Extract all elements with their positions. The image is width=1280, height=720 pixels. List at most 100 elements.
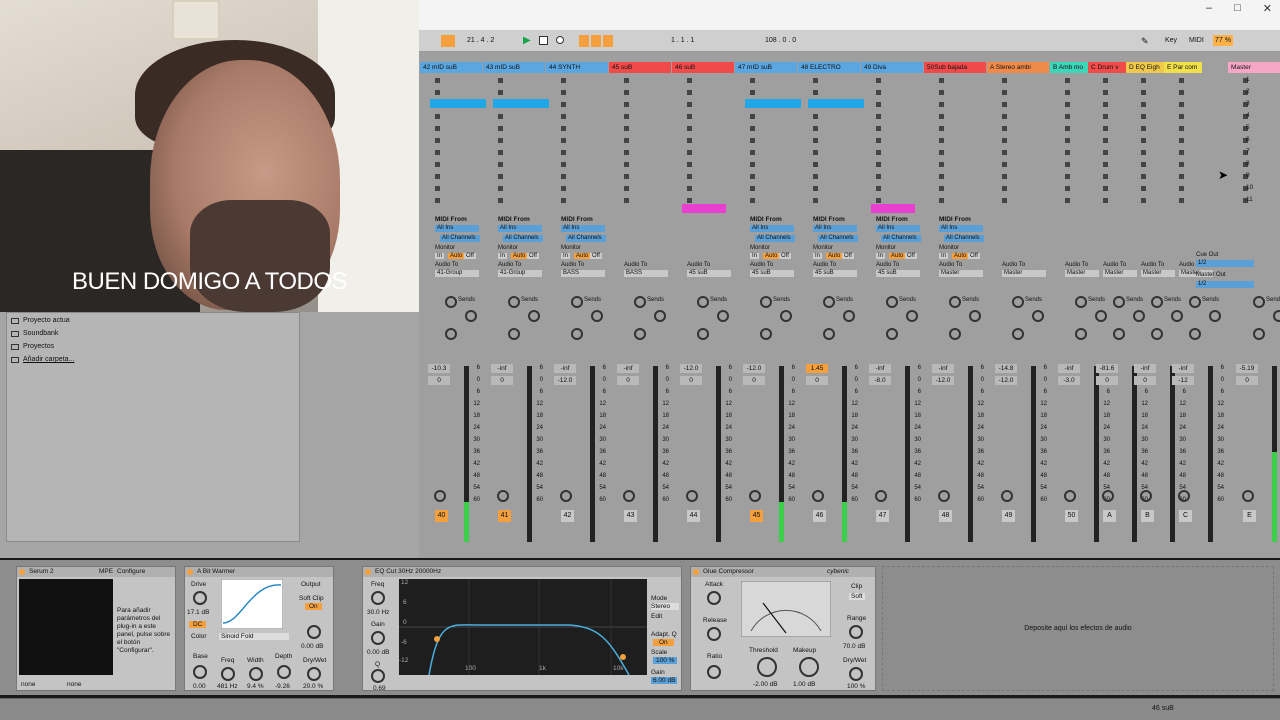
track-pan-knob[interactable] (1001, 490, 1013, 502)
clip-slot-button[interactable] (876, 198, 881, 203)
monitor-off-button[interactable]: Off (464, 253, 476, 259)
mpe-toggle[interactable]: MPE (99, 567, 113, 577)
send-c-knob[interactable] (1189, 328, 1201, 340)
track-header[interactable]: 49 Diva (861, 62, 923, 73)
audio-to-select[interactable]: 45 suB (876, 270, 920, 277)
clip-slot-button[interactable] (435, 138, 440, 143)
track-pan[interactable]: 0 (680, 376, 702, 385)
send-a-knob[interactable] (634, 296, 646, 308)
clip[interactable] (745, 99, 801, 108)
clip-slot-button[interactable] (1002, 162, 1007, 167)
track-volume[interactable]: -12.0 (743, 364, 765, 373)
clip-slot-button[interactable] (813, 126, 818, 131)
track-activator-button[interactable]: 46 (813, 510, 826, 522)
plugin-display[interactable] (19, 579, 113, 675)
clip-slot-button[interactable] (687, 186, 692, 191)
send-a-knob[interactable] (508, 296, 520, 308)
audio-to-select[interactable]: 45 suB (750, 270, 794, 277)
eq-adapt-toggle[interactable]: On (653, 639, 674, 646)
track-header[interactable]: E Par com (1164, 62, 1202, 73)
clip-slot-button[interactable] (624, 114, 629, 119)
clip-slot-button[interactable] (1002, 114, 1007, 119)
clip-slot-button[interactable] (1179, 186, 1184, 191)
clip-slot-button[interactable] (1103, 174, 1108, 179)
clip-slot-button[interactable] (1065, 186, 1070, 191)
send-c-knob[interactable] (508, 328, 520, 340)
clip-slot-button[interactable] (1103, 126, 1108, 131)
clip-slot-button[interactable] (1141, 186, 1146, 191)
scene-number[interactable]: 1 (1246, 76, 1250, 83)
track-pan-knob[interactable] (1178, 490, 1190, 502)
clip-slot-button[interactable] (939, 138, 944, 143)
track-header[interactable]: 43 mID suB (483, 62, 545, 73)
clip-slot-button[interactable] (1179, 162, 1184, 167)
track-activator-button[interactable]: 45 (750, 510, 763, 522)
track-pan-knob[interactable] (1102, 490, 1114, 502)
clip-slot-button[interactable] (813, 186, 818, 191)
clip-slot-button[interactable] (1103, 150, 1108, 155)
clip-slot-button[interactable] (1065, 198, 1070, 203)
monitor-off-button[interactable]: Off (779, 253, 791, 259)
clip[interactable] (808, 99, 864, 108)
clip-slot-button[interactable] (624, 150, 629, 155)
send-a-knob[interactable] (571, 296, 583, 308)
send-a-knob[interactable] (1151, 296, 1163, 308)
audio-to-select[interactable]: 45 suB (687, 270, 731, 277)
track-header[interactable]: 46 suB (672, 62, 734, 73)
clip-slot-button[interactable] (1002, 138, 1007, 143)
track-volume[interactable]: -inf (1134, 364, 1156, 373)
track-pan[interactable]: 0 (428, 376, 450, 385)
track-volume[interactable]: -5.19 (1236, 364, 1258, 373)
clip-slot-button[interactable] (624, 90, 629, 95)
clip-slot-button[interactable] (876, 174, 881, 179)
send-c-knob[interactable] (634, 328, 646, 340)
eq-output-gain-value[interactable]: 6.00 dB (651, 677, 678, 684)
clip-slot-button[interactable] (813, 90, 818, 95)
clip-slot-button[interactable] (498, 126, 503, 131)
clip-slot-button[interactable] (561, 186, 566, 191)
track-activator-button[interactable]: E (1243, 510, 1256, 522)
browser-item[interactable]: Soundbank (11, 330, 58, 337)
clip-slot-button[interactable] (813, 174, 818, 179)
track-pan[interactable]: -8.0 (869, 376, 891, 385)
send-b-knob[interactable] (465, 310, 477, 322)
track-volume[interactable]: -inf (869, 364, 891, 373)
track-pan-knob[interactable] (749, 490, 761, 502)
play-icon[interactable]: ▶ (523, 35, 531, 47)
reenable-automation-button[interactable] (603, 35, 613, 47)
clip-slot-button[interactable] (561, 78, 566, 83)
scene-number[interactable]: 6 (1246, 136, 1250, 143)
scene-number[interactable]: 5 (1246, 124, 1250, 131)
clip-slot-button[interactable] (750, 162, 755, 167)
clip-slot-button[interactable] (1002, 150, 1007, 155)
clip-slot-button[interactable] (435, 126, 440, 131)
browser-item[interactable]: Proyecto actua (11, 317, 70, 324)
input-channel-select[interactable]: All Channels (755, 235, 795, 242)
send-b-knob[interactable] (654, 310, 666, 322)
device-power-icon[interactable] (187, 569, 193, 575)
scene-number[interactable]: 4 (1246, 112, 1250, 119)
clip-slot-button[interactable] (561, 90, 566, 95)
clip-slot-button[interactable] (687, 90, 692, 95)
clip-slot-button[interactable] (1002, 174, 1007, 179)
send-c-knob[interactable] (445, 328, 457, 340)
input-channel-select[interactable]: All Channels (944, 235, 984, 242)
track-header[interactable]: A Stereo ambi (987, 62, 1049, 73)
clip-slot-button[interactable] (750, 90, 755, 95)
track-pan-knob[interactable] (497, 490, 509, 502)
clip[interactable] (871, 204, 915, 213)
song-position[interactable]: 21 . 4 . 2 (467, 35, 494, 47)
clip-slot-button[interactable] (939, 90, 944, 95)
clip-slot-button[interactable] (813, 138, 818, 143)
clip-slot-button[interactable] (1065, 138, 1070, 143)
clip-slot-button[interactable] (1065, 150, 1070, 155)
track-volume[interactable]: 1.45 (806, 364, 828, 373)
clip-slot-button[interactable] (1103, 78, 1108, 83)
send-b-knob[interactable] (1209, 310, 1221, 322)
clip-slot-button[interactable] (1103, 186, 1108, 191)
scene-number[interactable]: 9 (1246, 172, 1250, 179)
track-volume[interactable]: -inf (932, 364, 954, 373)
clip-slot-button[interactable] (1141, 78, 1146, 83)
track-volume[interactable]: -inf (554, 364, 576, 373)
clip-slot-button[interactable] (1103, 90, 1108, 95)
